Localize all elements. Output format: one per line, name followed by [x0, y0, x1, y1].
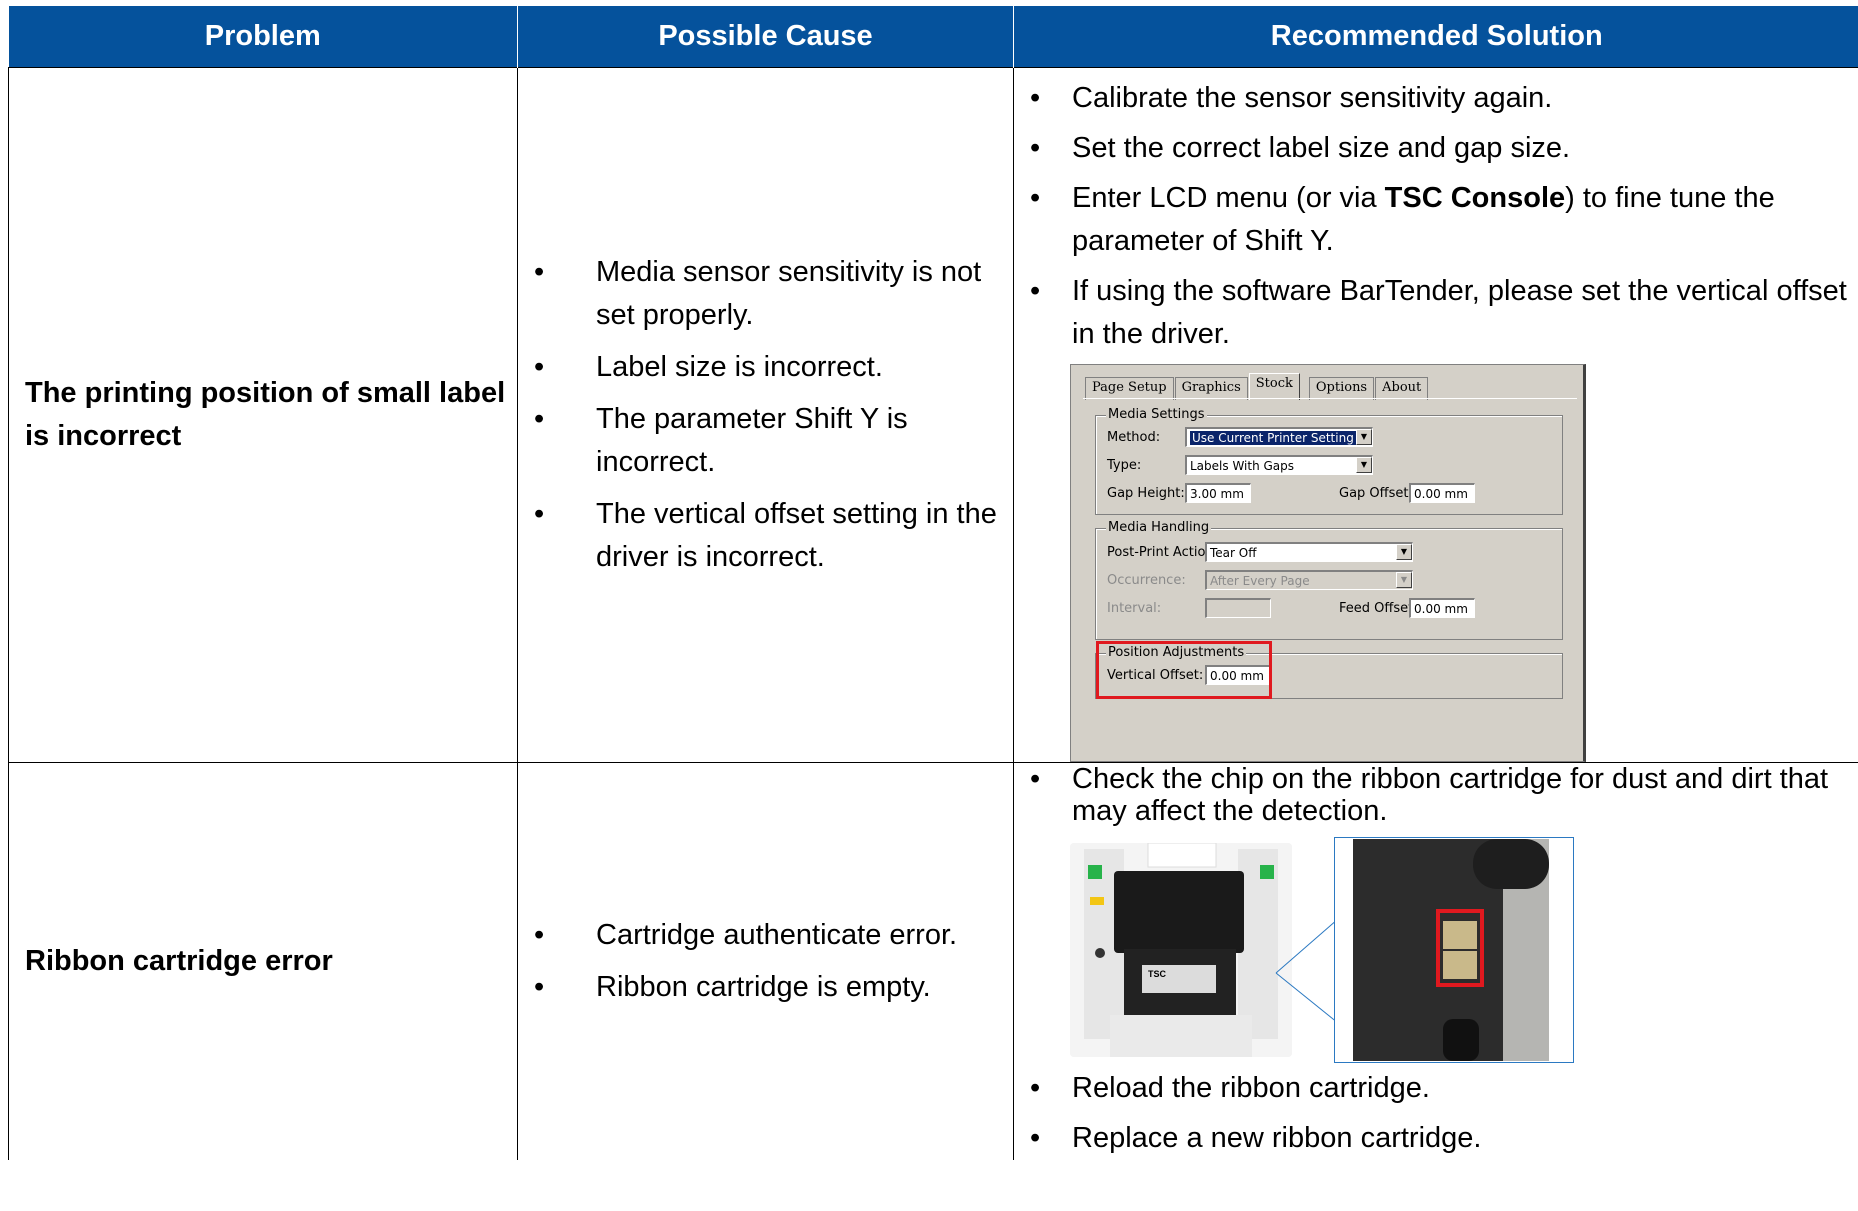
header-possible-cause: Possible Cause [517, 6, 1014, 68]
list-item: The vertical offset setting in the drive… [518, 493, 1013, 579]
tab-options[interactable]: Options [1308, 377, 1375, 400]
list-item: Label size is incorrect. [518, 346, 1013, 389]
list-item: Calibrate the sensor sensitivity again. [1014, 77, 1858, 120]
tab-stock[interactable]: Stock [1248, 373, 1300, 400]
chevron-down-icon: ▼ [1396, 572, 1412, 588]
problem-cell: Ribbon cartridge error [8, 762, 518, 1160]
occurrence-label: Occurrence: [1107, 573, 1186, 588]
chevron-down-icon[interactable]: ▼ [1356, 429, 1372, 445]
ribbon-cartridge-photos: TSC [1014, 837, 1858, 1065]
chevron-down-icon[interactable]: ▼ [1396, 544, 1412, 560]
gap-offset-field[interactable]: 0.00 mm [1409, 483, 1475, 503]
header-row: Problem Possible Cause Recommended Solut… [8, 6, 1858, 68]
group-title: Media Handling [1106, 520, 1212, 536]
post-print-action-label: Post-Print Action: [1107, 545, 1219, 560]
dialog-tabs: Page Setup Graphics Stock Options About [1085, 373, 1429, 400]
list-item: Cartridge authenticate error. [518, 914, 1013, 957]
cause-cell: Cartridge authenticate error. Ribbon car… [517, 762, 1014, 1160]
method-label: Method: [1107, 430, 1161, 445]
type-label: Type: [1107, 458, 1142, 473]
list-item: If using the software BarTender, please … [1014, 270, 1858, 356]
list-item: Ribbon cartridge is empty. [518, 966, 1013, 1009]
table-row: Ribbon cartridge error Cartridge authent… [8, 762, 1858, 1160]
occurrence-value: After Every Page [1210, 574, 1310, 588]
occurrence-dropdown: After Every Page ▼ [1205, 570, 1413, 590]
gap-height-label: Gap Height: [1107, 486, 1185, 501]
tab-about[interactable]: About [1375, 377, 1429, 400]
method-value: Use Current Printer Setting [1190, 431, 1356, 445]
method-dropdown[interactable]: Use Current Printer Setting ▼ [1185, 427, 1373, 447]
printer-cartridge-photo: TSC [1070, 843, 1292, 1057]
header-recommended-solution: Recommended Solution [1013, 6, 1858, 68]
svg-text:TSC: TSC [1148, 969, 1167, 979]
list-item: Reload the ribbon cartridge. [1014, 1067, 1858, 1110]
cause-list: Media sensor sensitivity is not set prop… [518, 251, 1013, 579]
chevron-down-icon[interactable]: ▼ [1356, 457, 1372, 473]
table-row: The printing position of small label is … [8, 67, 1858, 763]
highlight-box [1096, 641, 1272, 699]
tab-page-setup[interactable]: Page Setup [1085, 377, 1174, 400]
driver-dialog-screenshot: Page Setup Graphics Stock Options About … [1070, 364, 1586, 762]
post-print-value: Tear Off [1210, 546, 1257, 560]
solution-list: Calibrate the sensor sensitivity again. … [1014, 77, 1858, 356]
post-print-action-dropdown[interactable]: Tear Off ▼ [1205, 542, 1413, 562]
tsc-console-term: TSC Console [1384, 182, 1566, 214]
header-problem: Problem [8, 6, 518, 68]
list-item: The parameter Shift Y is incorrect. [518, 398, 1013, 484]
feed-offset-field[interactable]: 0.00 mm [1409, 598, 1475, 618]
list-item: Enter LCD menu (or via TSC Console) to f… [1014, 177, 1858, 263]
solution-list: Check the chip on the ribbon cartridge f… [1014, 763, 1858, 827]
solution-cell: Calibrate the sensor sensitivity again. … [1013, 67, 1858, 763]
troubleshooting-table: Problem Possible Cause Recommended Solut… [8, 6, 1858, 1160]
solution-cell: Check the chip on the ribbon cartridge f… [1013, 762, 1858, 1160]
type-dropdown[interactable]: Labels With Gaps ▼ [1185, 455, 1373, 475]
problem-cell: The printing position of small label is … [8, 67, 518, 763]
chip-photo [1353, 839, 1549, 1061]
interval-field [1205, 598, 1271, 618]
group-title: Media Settings [1106, 407, 1207, 423]
gap-height-field[interactable]: 3.00 mm [1185, 483, 1251, 503]
list-item: Check the chip on the ribbon cartridge f… [1014, 763, 1858, 827]
cause-list: Cartridge authenticate error. Ribbon car… [518, 914, 1013, 1009]
list-item: Set the correct label size and gap size. [1014, 127, 1858, 170]
tab-divider [1083, 398, 1577, 399]
list-item: Media sensor sensitivity is not set prop… [518, 251, 1013, 337]
list-item: Replace a new ribbon cartridge. [1014, 1117, 1858, 1160]
interval-label: Interval: [1107, 601, 1162, 616]
cartridge-chip-closeup [1334, 837, 1574, 1063]
cause-cell: Media sensor sensitivity is not set prop… [517, 67, 1014, 763]
type-value: Labels With Gaps [1190, 459, 1295, 473]
gap-offset-label: Gap Offset: [1339, 486, 1413, 501]
solution-list: Reload the ribbon cartridge. Replace a n… [1014, 1067, 1858, 1160]
text-run: Enter LCD menu (or via [1072, 182, 1385, 214]
tab-graphics[interactable]: Graphics [1174, 377, 1248, 400]
feed-offset-label: Feed Offset: [1339, 601, 1418, 616]
